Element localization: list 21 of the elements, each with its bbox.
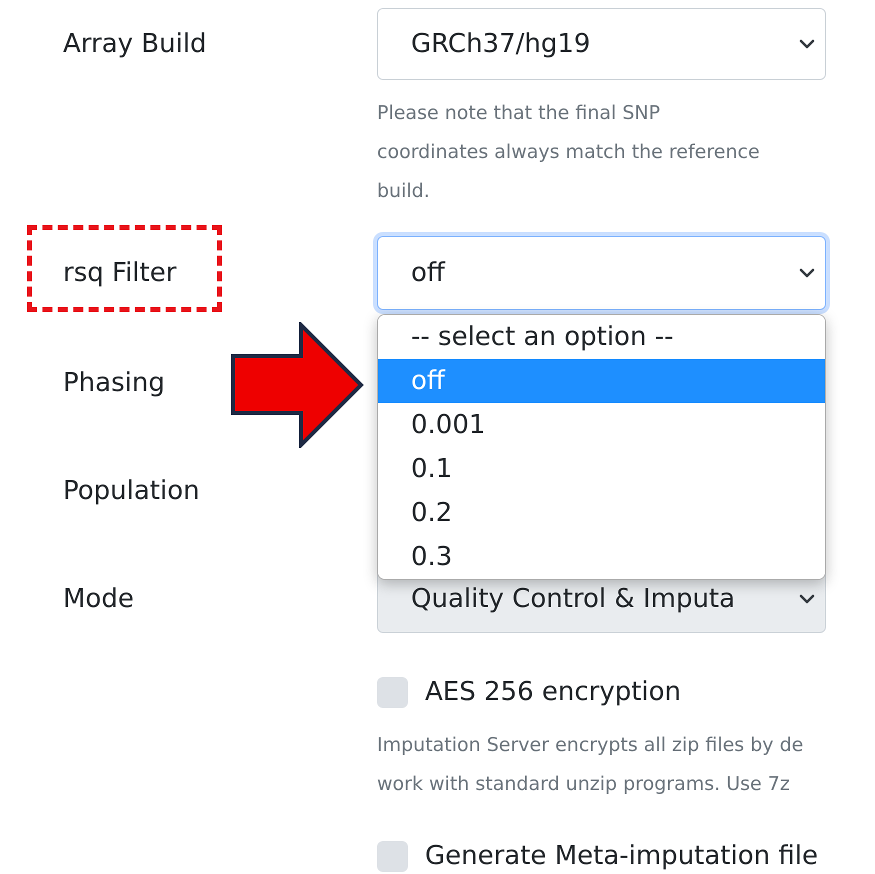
field-label: Array Build [63,29,207,59]
checkbox[interactable] [377,841,408,872]
chevron-icon [799,267,815,279]
help-text: Imputation Server encrypts all zip files by de work with standard unzip programs. Use 7z [377,733,804,797]
dropdown-option[interactable]: -- select an option -- [378,315,825,359]
checkbox-label[interactable]: AES 256 encryption [425,677,682,708]
select-field[interactable]: off [377,236,826,310]
checkbox-label[interactable]: Generate Meta-imputation file [425,841,818,872]
field-label: Phasing [63,368,165,398]
field-label: Population [63,476,200,506]
dropdown-option[interactable]: 0.1 [378,447,825,491]
help-text: Please note that the final SNP coordinates always match the reference build. [377,101,761,204]
dropdown-option[interactable]: 0.001 [378,403,825,447]
chevron-icon [799,593,815,605]
checkbox[interactable] [377,677,408,708]
chevron-icon [799,38,815,50]
select-field[interactable]: GRCh37/hg19 [377,8,826,80]
field-label: rsq Filter [63,258,176,288]
dropdown-option[interactable]: 0.3 [378,535,825,579]
field-label: Mode [63,584,134,614]
dropdown-option[interactable]: 0.2 [378,491,825,535]
